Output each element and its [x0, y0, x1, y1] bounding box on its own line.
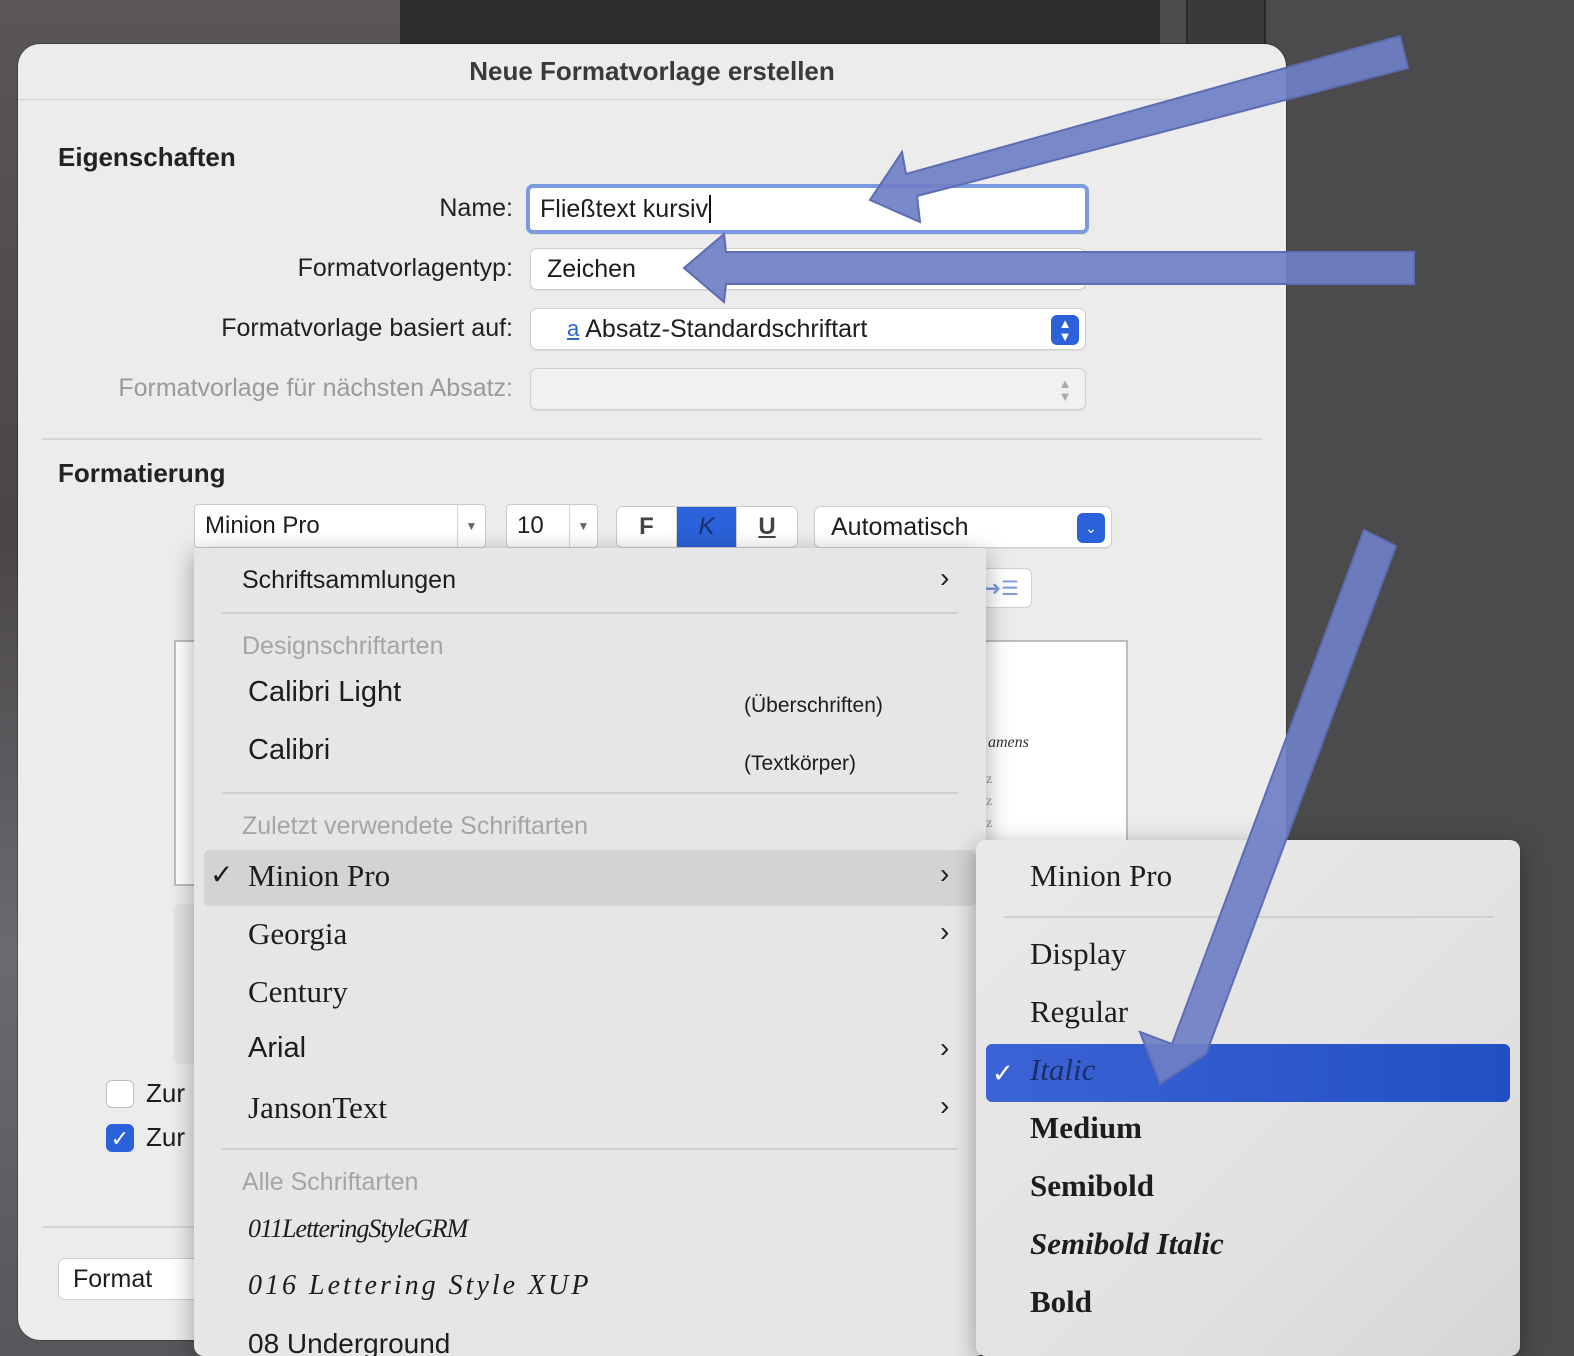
annotation-arrows: [682, 34, 1415, 1086]
arrow-to-name-field-icon: [868, 34, 1410, 224]
arrow-to-style-type-icon: [682, 232, 1415, 304]
arrow-to-italic-style-icon: [1138, 528, 1398, 1086]
